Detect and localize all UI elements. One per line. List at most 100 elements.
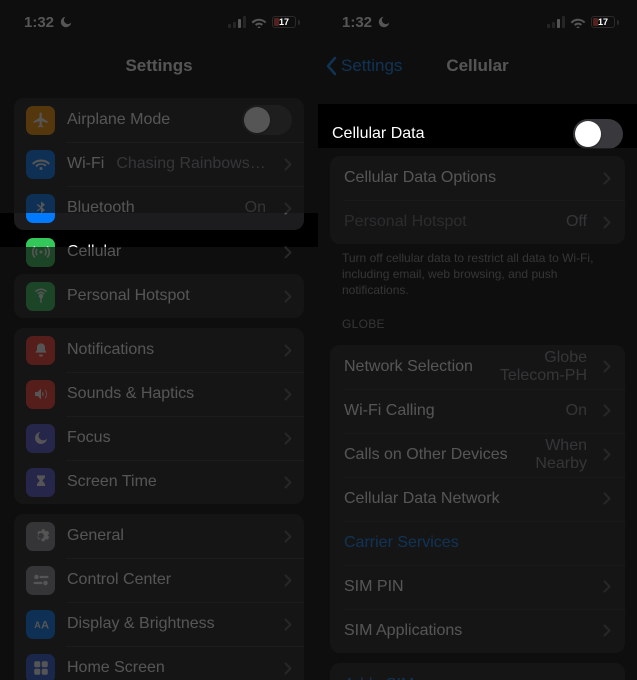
row-label: Cellular [67, 243, 121, 261]
row-label: Network Selection [344, 358, 473, 376]
chevron-right-icon [603, 216, 611, 229]
chevron-right-icon [284, 202, 292, 215]
chevron-right-icon [284, 432, 292, 445]
cellular-row-hotspot[interactable]: Personal HotspotOff [330, 200, 625, 244]
cellular-row-netsel[interactable]: Network Selection Globe Telecom-PH [330, 345, 625, 389]
chevron-right-icon [284, 388, 292, 401]
cellular-row-cellulardata[interactable]: Cellular Data [318, 112, 637, 156]
airplane-icon [26, 106, 55, 135]
row-value: Globe Telecom-PH [483, 349, 587, 385]
notifications-icon [26, 336, 55, 365]
settings-row-controlcenter[interactable]: Control Center [14, 558, 304, 602]
settings-row-hotspot[interactable]: Personal Hotspot [14, 274, 304, 318]
cellular-row-simapps[interactable]: SIM Applications [330, 609, 625, 653]
chevron-right-icon [603, 624, 611, 637]
row-value: On [445, 402, 587, 420]
row-label: Focus [67, 429, 111, 447]
settings-row-cellular[interactable]: Cellular [0, 230, 318, 274]
status-bar: 1:32 17 [0, 0, 318, 44]
row-label: Wi-Fi Calling [344, 402, 435, 420]
airplane-toggle[interactable] [242, 105, 292, 135]
wifi-icon [570, 16, 586, 28]
row-label: Cellular Data Options [344, 169, 496, 187]
battery-indicator: 17 [591, 16, 619, 28]
chevron-right-icon [603, 404, 611, 417]
battery-indicator: 17 [272, 16, 300, 28]
cellular-row-callsother[interactable]: Calls on Other Devices When Nearby [330, 433, 625, 477]
settings-row-notifications[interactable]: Notifications [14, 328, 304, 372]
chevron-right-icon [284, 530, 292, 543]
cellular-screen: 1:32 17 Settings [318, 0, 637, 680]
row-value: Chasing Rainbows 5G [116, 155, 266, 173]
row-label: Cellular Data [332, 125, 424, 143]
wifi-icon [251, 16, 267, 28]
general-icon [26, 522, 55, 551]
row-label: Personal Hotspot [67, 287, 190, 305]
controlcenter-icon [26, 566, 55, 595]
cellular-row-datanetwork[interactable]: Cellular Data Network [330, 477, 625, 521]
cellular-row-simpin[interactable]: SIM PIN [330, 565, 625, 609]
wifi-icon [26, 150, 55, 179]
hotspot-icon [26, 282, 55, 311]
chevron-right-icon [603, 492, 611, 505]
row-label: Display & Brightness [67, 615, 215, 633]
cellular-row-carrier[interactable]: Carrier Services [330, 521, 625, 565]
chevron-right-icon [284, 344, 292, 357]
cell-signal-icon [228, 16, 246, 28]
cellular-icon [26, 238, 55, 267]
display-icon: AA [26, 610, 55, 639]
status-time: 1:32 [24, 14, 54, 31]
nav-bar: Settings [0, 44, 318, 88]
page-title: Settings [125, 56, 192, 76]
chevron-right-icon [284, 290, 292, 303]
back-button[interactable]: Settings [326, 56, 402, 76]
chevron-right-icon [284, 574, 292, 587]
svg-text:A: A [41, 620, 49, 632]
settings-row-screentime[interactable]: Screen Time [14, 460, 304, 504]
settings-screen: 1:32 17 Settings Airplane [0, 0, 318, 680]
cellular-row-addesim[interactable]: Add eSIM [330, 663, 625, 680]
row-label: Airplane Mode [67, 111, 170, 129]
row-label: Screen Time [67, 473, 157, 491]
settings-row-general[interactable]: General [14, 514, 304, 558]
focus-icon [26, 424, 55, 453]
cellular-list[interactable]: Cellular Data Cellular Data Options Person… [318, 88, 637, 680]
row-label: General [67, 527, 124, 545]
cellular-data-footer: Turn off cellular data to restrict all d… [318, 244, 637, 299]
chevron-right-icon [284, 618, 292, 631]
bluetooth-icon [26, 194, 55, 223]
page-title: Cellular [446, 56, 508, 76]
settings-list[interactable]: Airplane Mode Wi-Fi Chasing Rainbows 5G Blu… [0, 88, 318, 680]
dnd-moon-icon [377, 15, 391, 29]
settings-row-bluetooth[interactable]: BluetoothOn [14, 186, 304, 230]
row-label: Carrier Services [344, 534, 459, 552]
status-time: 1:32 [342, 14, 372, 31]
settings-row-sounds[interactable]: Sounds & Haptics [14, 372, 304, 416]
chevron-right-icon [284, 662, 292, 675]
row-label: SIM PIN [344, 578, 404, 596]
chevron-right-icon [603, 448, 611, 461]
sounds-icon [26, 380, 55, 409]
row-label: Personal Hotspot [344, 213, 467, 231]
row-label: Bluetooth [67, 199, 135, 217]
cellulardata-toggle[interactable] [573, 119, 623, 149]
homescreen-icon [26, 654, 55, 680]
row-label: Calls on Other Devices [344, 446, 508, 464]
settings-row-focus[interactable]: Focus [14, 416, 304, 460]
status-bar: 1:32 17 [318, 0, 637, 44]
row-label: Control Center [67, 571, 171, 589]
svg-text:A: A [34, 620, 41, 630]
cellular-row-cellopts[interactable]: Cellular Data Options [330, 156, 625, 200]
settings-row-display[interactable]: AA Display & Brightness [14, 602, 304, 646]
row-label: Sounds & Haptics [67, 385, 194, 403]
settings-row-homescreen[interactable]: Home Screen [14, 646, 304, 680]
cellular-row-wificalling[interactable]: Wi-Fi Calling On [330, 389, 625, 433]
settings-row-wifi[interactable]: Wi-Fi Chasing Rainbows 5G [14, 142, 304, 186]
cell-signal-icon [547, 16, 565, 28]
row-value: When Nearby [518, 437, 587, 473]
chevron-right-icon [603, 580, 611, 593]
chevron-right-icon [284, 158, 292, 171]
row-label: Add eSIM [344, 676, 414, 680]
settings-row-airplane[interactable]: Airplane Mode [14, 98, 304, 142]
row-label: Wi-Fi [67, 155, 104, 173]
